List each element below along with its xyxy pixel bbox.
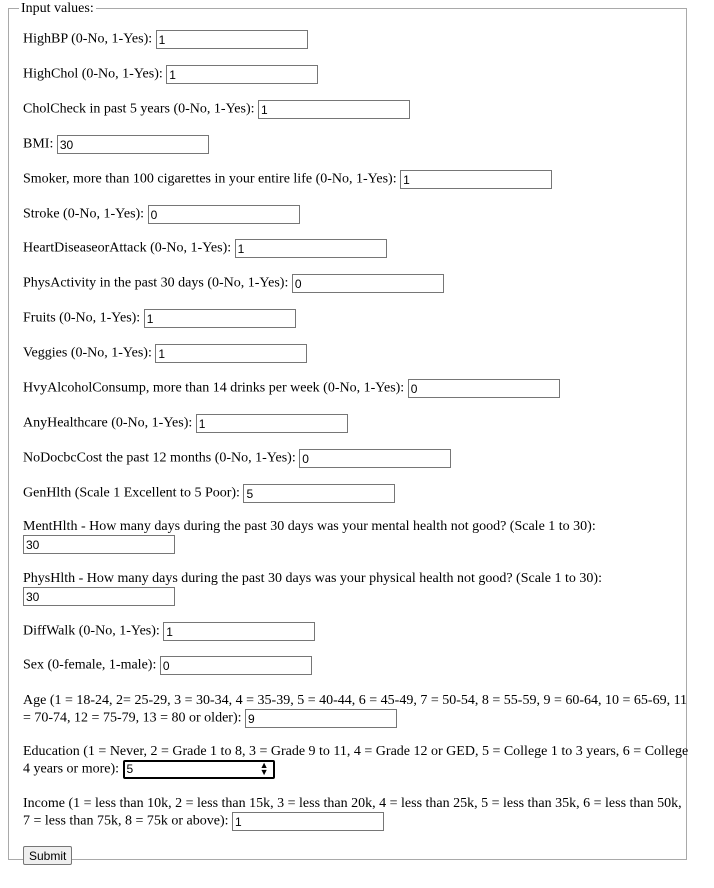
genhlth-input[interactable]: [243, 484, 396, 503]
education-selected-value: 5: [126, 762, 134, 776]
nodocbccost-label: NoDocbcCost the past 12 months (0-No, 1-…: [23, 450, 296, 466]
anyhealthcare-row: AnyHealthcare (0-No, 1-Yes):: [23, 414, 348, 433]
bmi-input[interactable]: [56, 135, 209, 154]
highchol-input[interactable]: [166, 65, 319, 84]
nodocbccost-row: NoDocbcCost the past 12 months (0-No, 1-…: [23, 449, 452, 468]
fieldset-legend: Input values:: [19, 1, 96, 17]
highchol-label: HighChol (0-No, 1-Yes):: [23, 66, 163, 82]
nodocbccost-input[interactable]: [299, 449, 452, 468]
stroke-label: Stroke (0-No, 1-Yes):: [23, 206, 145, 222]
physactivity-input[interactable]: [291, 274, 444, 293]
heartdisease-input[interactable]: [234, 239, 387, 258]
genhlth-row: GenHlth (Scale 1 Excellent to 5 Poor):: [23, 484, 396, 503]
cholcheck-row: CholCheck in past 5 years (0-No, 1-Yes):: [23, 100, 410, 119]
education-row: Education (1 = Never, 2 = Grade 1 to 8, …: [23, 743, 691, 779]
physactivity-label: PhysActivity in the past 30 days (0-No, …: [23, 275, 289, 291]
age-row: Age (1 = 18-24, 2= 25-29, 3 = 30-34, 4 =…: [23, 692, 691, 728]
menthlth-input[interactable]: [23, 535, 175, 554]
anyhealthcare-label: AnyHealthcare (0-No, 1-Yes):: [23, 415, 193, 431]
bmi-label: BMI:: [23, 136, 54, 152]
input-values-fieldset: Input values: HighBP (0-No, 1-Yes): High…: [8, 1, 688, 865]
spinner-arrows-icon: ▲ ▼: [259, 760, 269, 777]
veggies-row: Veggies (0-No, 1-Yes):: [23, 344, 308, 363]
veggies-input[interactable]: [155, 344, 308, 363]
fruits-row: Fruits (0-No, 1-Yes):: [23, 309, 296, 328]
sex-label: Sex (0-female, 1-male):: [23, 657, 157, 673]
highbp-label: HighBP (0-No, 1-Yes):: [23, 31, 153, 47]
fruits-input[interactable]: [143, 309, 296, 328]
income-input[interactable]: [232, 812, 385, 831]
anyhealthcare-input[interactable]: [195, 414, 348, 433]
cholcheck-input[interactable]: [258, 100, 410, 119]
smoker-input[interactable]: [400, 170, 553, 189]
hvyalcohol-label: HvyAlcoholConsump, more than 14 drinks p…: [23, 380, 405, 396]
age-input[interactable]: [245, 709, 397, 728]
diffwalk-label: DiffWalk (0-No, 1-Yes):: [23, 623, 160, 639]
smoker-label: Smoker, more than 100 cigarettes in your…: [23, 171, 397, 187]
menthlth-label: MentHlth - How many days during the past…: [23, 519, 596, 534]
highbp-input[interactable]: [155, 30, 308, 49]
genhlth-label: GenHlth (Scale 1 Excellent to 5 Poor):: [23, 485, 240, 501]
stroke-row: Stroke (0-No, 1-Yes):: [23, 205, 300, 224]
smoker-row: Smoker, more than 100 cigarettes in your…: [23, 170, 553, 189]
heartdisease-label: HeartDiseaseorAttack (0-No, 1-Yes):: [23, 240, 232, 256]
bmi-row: BMI:: [23, 135, 209, 154]
stroke-input[interactable]: [147, 205, 300, 224]
submit-button[interactable]: Submit: [23, 846, 73, 865]
education-select[interactable]: 5 ▲ ▼: [122, 760, 275, 779]
income-row: Income (1 = less than 10k, 2 = less than…: [23, 795, 691, 831]
menthlth-row: MentHlth - How many days during the past…: [23, 519, 596, 554]
physhlth-label: PhysHlth - How many days during the past…: [23, 571, 602, 586]
hvyalcohol-row: HvyAlcoholConsump, more than 14 drinks p…: [23, 379, 560, 398]
physhlth-input[interactable]: [23, 587, 175, 606]
physhlth-row: PhysHlth - How many days during the past…: [23, 571, 602, 606]
fruits-label: Fruits (0-No, 1-Yes):: [23, 310, 141, 326]
heartdisease-row: HeartDiseaseorAttack (0-No, 1-Yes):: [23, 239, 387, 258]
highbp-row: HighBP (0-No, 1-Yes):: [23, 30, 308, 49]
sex-input[interactable]: [159, 656, 312, 675]
hvyalcohol-input[interactable]: [407, 379, 560, 398]
veggies-label: Veggies (0-No, 1-Yes):: [23, 345, 152, 361]
physactivity-row: PhysActivity in the past 30 days (0-No, …: [23, 274, 444, 293]
cholcheck-label: CholCheck in past 5 years (0-No, 1-Yes):: [23, 101, 255, 117]
highchol-row: HighChol (0-No, 1-Yes):: [23, 65, 319, 84]
sex-row: Sex (0-female, 1-male):: [23, 656, 312, 675]
diffwalk-row: DiffWalk (0-No, 1-Yes):: [23, 622, 316, 641]
diffwalk-input[interactable]: [163, 622, 316, 641]
